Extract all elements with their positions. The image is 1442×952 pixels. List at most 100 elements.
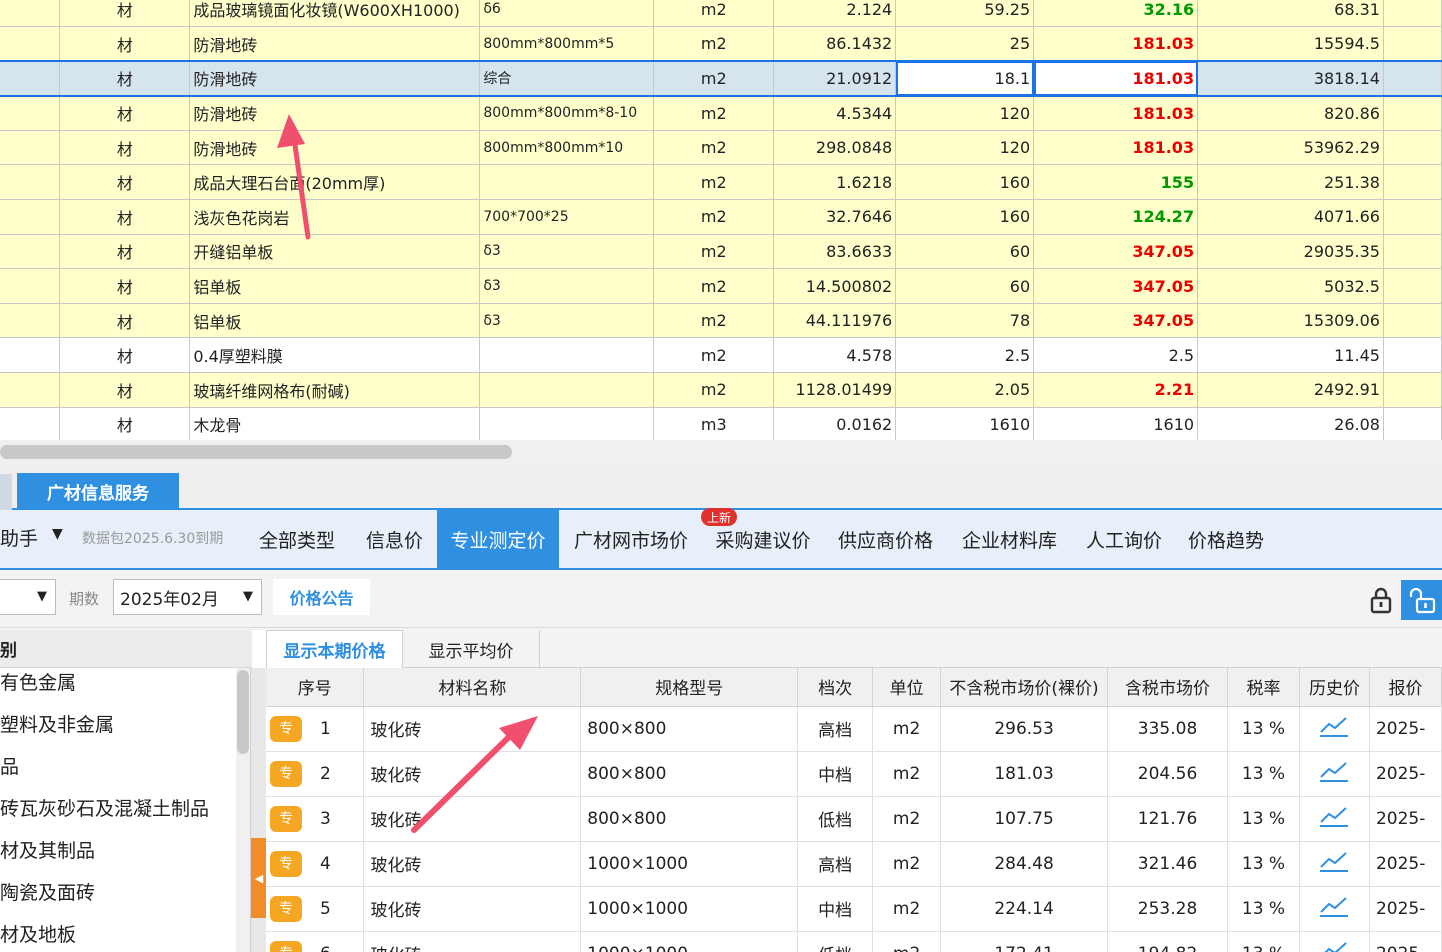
column-header[interactable]: 含税市场价 xyxy=(1107,668,1228,707)
price-cell[interactable]: 1610 xyxy=(895,407,1035,440)
trend-chart-icon[interactable] xyxy=(1319,759,1349,788)
history-price-cell[interactable] xyxy=(1299,796,1370,842)
price-cell[interactable]: 60 xyxy=(895,234,1035,270)
tax-rate-cell[interactable]: 13 % xyxy=(1227,796,1300,842)
quantity-cell[interactable]: 83.6633 xyxy=(773,234,897,270)
tax-rate-cell[interactable]: 13 % xyxy=(1227,751,1300,797)
tax-rate-cell[interactable]: 13 % xyxy=(1227,931,1300,952)
history-price-cell[interactable] xyxy=(1299,931,1370,952)
price-cell[interactable]: 160 xyxy=(895,164,1035,201)
type-cell[interactable]: 材 xyxy=(59,199,191,235)
table-row[interactable]: 专 1 玻化砖 800×800 高档 m2 296.53 335.08 13 % 2025- xyxy=(266,706,1442,752)
history-price-cell[interactable] xyxy=(1299,841,1370,887)
quantity-cell[interactable]: 44.111976 xyxy=(773,303,897,339)
spec-cell[interactable]: δ6 xyxy=(479,0,655,28)
spec-cell[interactable] xyxy=(479,164,655,201)
type-cell[interactable]: 材 xyxy=(59,234,191,270)
price-cell[interactable]: 120 xyxy=(895,130,1035,166)
caret-down-icon[interactable]: ▼ xyxy=(243,589,253,604)
price-incl-tax-cell[interactable]: 204.56 xyxy=(1107,751,1228,797)
table-row[interactable]: 材成品大理石台面(20mm厚) m2 1.6218 160 155 251.38 xyxy=(0,164,1442,201)
trend-chart-icon[interactable] xyxy=(1319,714,1349,743)
row-indicator[interactable] xyxy=(0,26,61,62)
unit-cell[interactable]: m2 xyxy=(653,26,775,62)
price-cell[interactable]: 78 xyxy=(895,303,1035,339)
spec-cell[interactable]: 800mm*800mm*8-10 xyxy=(479,95,655,131)
market-price-cell[interactable]: 2.21 xyxy=(1033,372,1199,408)
price-cell[interactable]: 120 xyxy=(895,95,1035,131)
extra-cell[interactable] xyxy=(1383,337,1442,374)
nav-tab-item[interactable]: 专业测定价 xyxy=(437,510,559,568)
unit-cell[interactable]: m3 xyxy=(653,407,775,440)
column-header[interactable]: 税率 xyxy=(1227,668,1300,707)
material-name-cell[interactable]: 玻化砖 xyxy=(363,796,582,842)
quote-date-cell[interactable]: 2025- xyxy=(1369,706,1442,752)
unit-cell[interactable]: m2 xyxy=(653,164,775,201)
spec-cell[interactable]: 800×800 xyxy=(580,796,799,842)
row-indicator[interactable] xyxy=(0,95,61,131)
price-excl-tax-cell[interactable]: 296.53 xyxy=(940,706,1109,752)
quantity-cell[interactable]: 1128.01499 xyxy=(773,372,897,408)
market-price-cell[interactable]: 347.05 xyxy=(1033,303,1199,339)
scrollbar-thumb[interactable] xyxy=(237,670,249,754)
quantity-cell[interactable]: 1.6218 xyxy=(773,164,897,201)
column-header[interactable]: 单位 xyxy=(872,668,942,707)
tree-item[interactable]: 材及其制品 xyxy=(0,836,95,863)
table-row[interactable]: 材玻璃纤维网格布(耐碱) m2 1128.01499 2.05 2.21 2492.91 xyxy=(0,372,1442,408)
column-header[interactable]: 历史价 xyxy=(1299,668,1370,707)
history-price-cell[interactable] xyxy=(1299,706,1370,752)
spec-cell[interactable] xyxy=(479,407,655,440)
tree-item[interactable]: 材及地板 xyxy=(0,920,76,947)
price-incl-tax-cell[interactable]: 321.46 xyxy=(1107,841,1228,887)
nav-tab-item[interactable]: 人工询价 xyxy=(1072,510,1176,568)
quantity-cell[interactable]: 14.500802 xyxy=(773,268,897,304)
price-cell[interactable]: 60 xyxy=(895,268,1035,304)
extra-cell[interactable] xyxy=(1383,407,1442,440)
sequence-cell[interactable]: 专6 xyxy=(266,931,365,952)
type-cell[interactable]: 材 xyxy=(59,26,191,62)
row-indicator[interactable] xyxy=(0,268,61,304)
tree-item[interactable]: 有色金属 xyxy=(0,668,76,695)
sub-tab[interactable]: 显示平均价 xyxy=(403,630,540,668)
spec-cell[interactable]: 700*700*25 xyxy=(479,199,655,235)
grade-cell[interactable]: 高档 xyxy=(797,841,874,887)
extra-cell[interactable] xyxy=(1383,95,1442,131)
price-cell[interactable]: 2.5 xyxy=(895,337,1035,374)
extra-cell[interactable] xyxy=(1383,234,1442,270)
quote-date-cell[interactable]: 2025- xyxy=(1369,796,1442,842)
unit-cell[interactable]: m2 xyxy=(872,796,942,842)
price-incl-tax-cell[interactable]: 194.82 xyxy=(1107,931,1228,952)
name-cell[interactable]: 浅灰色花岗岩 xyxy=(189,199,481,235)
trend-chart-icon[interactable] xyxy=(1319,849,1349,878)
price-incl-tax-cell[interactable]: 335.08 xyxy=(1107,706,1228,752)
price-cell[interactable]: 25 xyxy=(895,26,1035,62)
price-cell[interactable]: 18.1 xyxy=(895,60,1035,97)
sequence-cell[interactable]: 专1 xyxy=(266,706,365,752)
tab-info-service[interactable]: 广材信息服务 xyxy=(17,473,179,510)
tax-rate-cell[interactable]: 13 % xyxy=(1227,886,1300,932)
caret-down-icon[interactable]: ▼ xyxy=(52,526,63,542)
unit-cell[interactable]: m2 xyxy=(653,372,775,408)
name-cell[interactable]: 铝单板 xyxy=(189,303,481,339)
table-row[interactable]: 材防滑地砖 800mm*800mm*8-10 m2 4.5344 120 181.03 82… xyxy=(0,95,1442,131)
name-cell[interactable]: 防滑地砖 xyxy=(189,60,481,97)
grade-cell[interactable]: 高档 xyxy=(797,706,874,752)
sub-tab[interactable]: 显示本期价格 xyxy=(266,630,403,668)
unit-cell[interactable]: m2 xyxy=(653,60,775,97)
unit-cell[interactable]: m2 xyxy=(872,931,942,952)
total-cell[interactable]: 15594.5 xyxy=(1197,26,1384,62)
history-price-cell[interactable] xyxy=(1299,886,1370,932)
type-cell[interactable]: 材 xyxy=(59,95,191,131)
unit-cell[interactable]: m2 xyxy=(872,841,942,887)
extra-cell[interactable] xyxy=(1383,60,1442,97)
column-header[interactable]: 报价 xyxy=(1369,668,1442,707)
spec-cell[interactable]: 800×800 xyxy=(580,751,799,797)
panel-splitter[interactable]: ◀ xyxy=(250,668,267,952)
price-excl-tax-cell[interactable]: 284.48 xyxy=(940,841,1109,887)
total-cell[interactable]: 3818.14 xyxy=(1197,60,1384,97)
material-name-cell[interactable]: 玻化砖 xyxy=(363,841,582,887)
row-indicator[interactable] xyxy=(0,164,61,201)
unlock-icon[interactable] xyxy=(1401,580,1442,620)
table-row[interactable]: 专 5 玻化砖 1000×1000 中档 m2 224.14 253.28 13 % 2025- xyxy=(266,886,1442,932)
table-row[interactable]: 专6玻化砖1000×1000低档m2172.41194.8213 %2025- xyxy=(266,931,1442,952)
